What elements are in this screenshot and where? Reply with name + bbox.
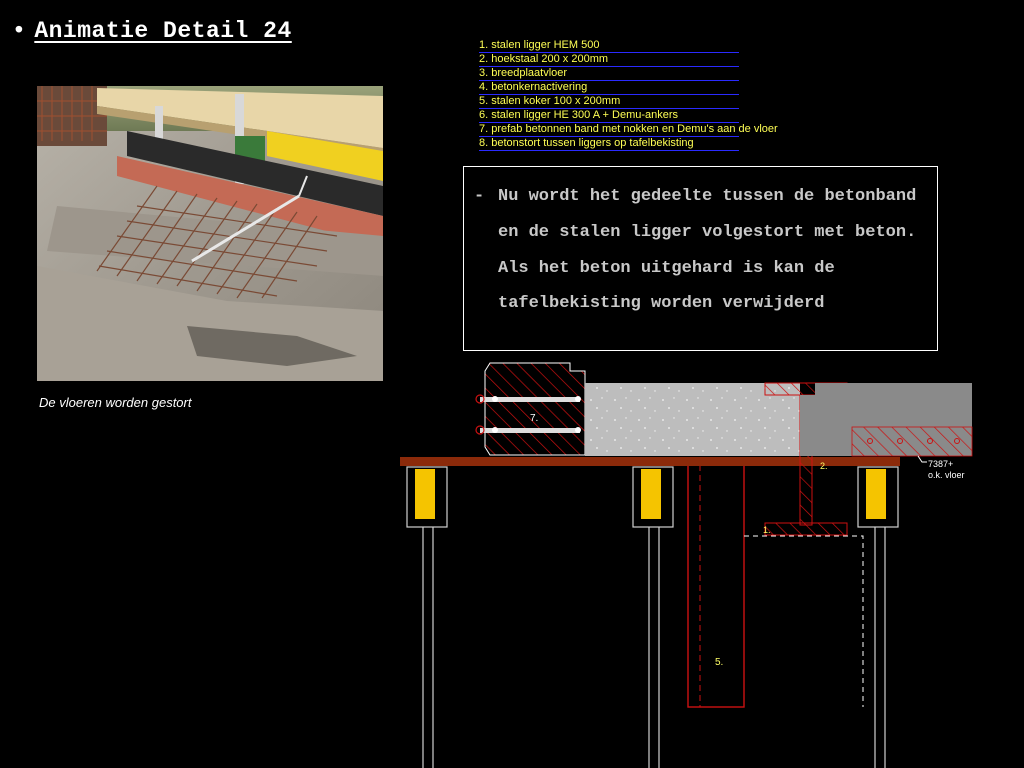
- legend-item: 5. stalen koker 100 x 200mm: [479, 95, 739, 109]
- legend-item: 3. breedplaatvloer: [479, 67, 739, 81]
- slide-title: • Animatie Detail 24: [12, 18, 292, 44]
- prop-middle: [632, 466, 674, 768]
- explanation-box: - Nu wordt het gedeelte tussen de betonb…: [463, 166, 938, 351]
- legend-item: 4. betonkernactivering: [479, 81, 739, 95]
- label-5: 5.: [715, 657, 723, 668]
- note-dash: -: [474, 187, 485, 206]
- legend-item: 1. stalen ligger HEM 500: [479, 39, 739, 53]
- prop-left: [406, 466, 448, 768]
- title-bullet: •: [12, 18, 27, 44]
- note-text: Nu wordt het gedeelte tussen de betonban…: [498, 187, 917, 314]
- precast-band: 7.: [475, 362, 586, 456]
- level-label: o.k. vloer: [928, 470, 965, 480]
- label-2: 2.: [820, 461, 828, 471]
- construction-photo: [37, 86, 383, 381]
- level-value: 7387+: [928, 459, 953, 469]
- photo-caption: De vloeren worden gestort: [39, 395, 192, 410]
- title-text: Animatie Detail 24: [34, 18, 292, 44]
- legend-item: 7. prefab betonnen band met nokken en De…: [479, 123, 778, 137]
- steel-tube: 5.: [687, 464, 745, 708]
- legend-item: 6. stalen ligger HE 300 A + Demu-ankers: [479, 109, 739, 123]
- prop-right: [857, 466, 899, 768]
- label-1: 1.: [763, 525, 771, 535]
- legend-item: 2. hoekstaal 200 x 200mm: [479, 53, 739, 67]
- legend-item: 8. betonstort tussen liggers op tafelbek…: [479, 137, 739, 151]
- core-activation-layer: [851, 426, 973, 457]
- label-7: 7.: [530, 413, 538, 424]
- cross-section-drawing: 5. 7. 1. 2. 7387+ o.k. vloer: [400, 362, 973, 768]
- legend-list: 1. stalen ligger HEM 500 2. hoekstaal 20…: [479, 39, 799, 151]
